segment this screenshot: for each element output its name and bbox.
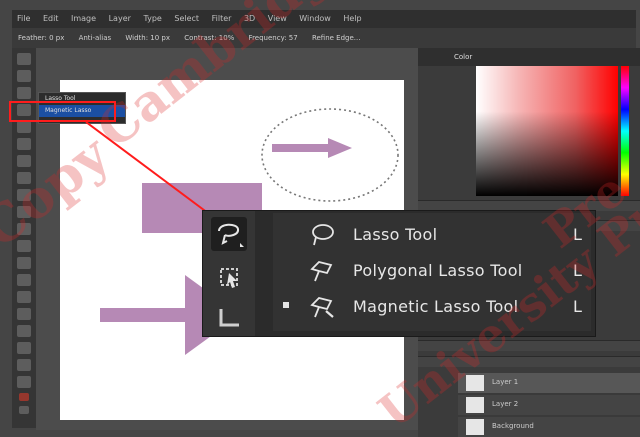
layer-row[interactable]: Background <box>458 417 640 437</box>
flyout-item-polygonal-lasso[interactable]: Polygonal Lasso Tool L <box>273 253 591 289</box>
menu-filter[interactable]: Filter <box>212 14 232 23</box>
marquee-tool-icon[interactable] <box>17 70 31 82</box>
lasso-group-icon <box>218 223 244 247</box>
flyout-item-magnetic-lasso[interactable]: Magnetic Lasso Tool L <box>273 289 591 325</box>
refine-edge-button[interactable]: Refine Edge... <box>312 28 361 48</box>
shape-tool-icon[interactable] <box>17 342 31 354</box>
layer-thumbnail <box>466 397 484 413</box>
arrow-shape-top <box>272 138 352 158</box>
clone-stamp-icon[interactable] <box>17 189 31 201</box>
photoshop-window: File Edit Image Layer Type Select Filter… <box>0 0 640 437</box>
menu-view[interactable]: View <box>268 14 287 23</box>
options-bar: Feather: 0 px Anti-alias Width: 10 px Co… <box>12 28 636 48</box>
color-panel-tab[interactable]: Color <box>448 52 478 62</box>
menu-type[interactable]: Type <box>143 14 161 23</box>
flyout-item-label: Lasso Tool <box>353 225 438 244</box>
dodge-tool-icon[interactable] <box>17 274 31 286</box>
menu-image[interactable]: Image <box>71 14 96 23</box>
flyout-tool-column <box>203 211 255 336</box>
lasso-tool-icon[interactable] <box>17 87 31 99</box>
menu-file[interactable]: File <box>17 14 30 23</box>
magnetic-selection-outline <box>261 108 399 202</box>
history-brush-icon[interactable] <box>17 206 31 218</box>
lasso-icon <box>312 224 334 246</box>
type-tool-icon[interactable] <box>17 308 31 320</box>
menu-select[interactable]: Select <box>174 14 199 23</box>
hue-slider[interactable] <box>621 66 629 196</box>
panel-strip <box>418 340 640 351</box>
quick-select-group-button[interactable] <box>211 259 247 293</box>
menu-3d[interactable]: 3D <box>244 14 255 23</box>
flyout-item-label: Polygonal Lasso Tool <box>353 261 523 280</box>
flyout-item-label: Magnetic Lasso Tool <box>353 297 519 316</box>
menu-bar: File Edit Image Layer Type Select Filter… <box>12 10 636 28</box>
crop-group-button[interactable] <box>211 301 247 335</box>
eyedropper-tool-icon[interactable] <box>17 138 31 150</box>
panel-strip <box>418 200 640 211</box>
quick-mask-icon[interactable] <box>19 406 29 414</box>
layer-row[interactable]: Layer 1 <box>458 373 640 393</box>
menu-help[interactable]: Help <box>343 14 361 23</box>
magnetic-lasso-icon <box>310 297 334 318</box>
frequency-option[interactable]: Frequency: 57 <box>249 28 298 48</box>
foreground-color-icon[interactable] <box>19 393 29 401</box>
flyout-item-shortcut: L <box>573 261 582 280</box>
gradient-tool-icon[interactable] <box>17 240 31 252</box>
layer-name: Layer 2 <box>492 400 519 408</box>
layer-thumbnail <box>466 375 484 391</box>
layer-name: Layer 1 <box>492 378 519 386</box>
feather-option[interactable]: Feather: 0 px <box>18 28 64 48</box>
menu-layer[interactable]: Layer <box>109 14 131 23</box>
layer-name: Background <box>492 422 534 430</box>
selected-bullet-icon <box>283 302 289 308</box>
crop-icon <box>219 309 239 327</box>
lasso-tool-flyout: Lasso Tool L Polygonal Lasso Tool L Magn… <box>203 211 595 336</box>
flyout-menu: Lasso Tool L Polygonal Lasso Tool L Magn… <box>273 213 591 331</box>
move-tool-icon[interactable] <box>17 53 31 65</box>
color-picker-field[interactable] <box>476 66 618 196</box>
brush-tool-icon[interactable] <box>17 172 31 184</box>
flyout-item-shortcut: L <box>573 225 582 244</box>
layer-row[interactable]: Layer 2 <box>458 395 640 415</box>
blur-tool-icon[interactable] <box>17 257 31 269</box>
zoom-tool-icon[interactable] <box>17 376 31 388</box>
menu-edit[interactable]: Edit <box>43 14 59 23</box>
healing-brush-icon[interactable] <box>17 155 31 167</box>
hand-tool-icon[interactable] <box>17 359 31 371</box>
quick-select-icon <box>220 268 238 288</box>
width-option[interactable]: Width: 10 px <box>125 28 170 48</box>
anti-alias-option[interactable]: Anti-alias <box>79 28 112 48</box>
layers-panel: Layer 1 Layer 2 Background <box>458 373 640 437</box>
flyout-item-shortcut: L <box>573 297 582 316</box>
lasso-group-button[interactable] <box>211 217 247 251</box>
contrast-option[interactable]: Contrast: 10% <box>184 28 234 48</box>
menu-window[interactable]: Window <box>299 14 331 23</box>
crop-tool-icon[interactable] <box>17 121 31 133</box>
panel-strip <box>418 356 640 367</box>
polygonal-lasso-icon <box>310 261 333 282</box>
color-panel-header: Color <box>418 48 640 66</box>
flyout-item-lasso[interactable]: Lasso Tool L <box>273 217 591 253</box>
pen-tool-icon[interactable] <box>17 291 31 303</box>
layer-thumbnail <box>466 419 484 435</box>
highlight-box <box>9 101 116 122</box>
path-select-icon[interactable] <box>17 325 31 337</box>
eraser-tool-icon[interactable] <box>17 223 31 235</box>
